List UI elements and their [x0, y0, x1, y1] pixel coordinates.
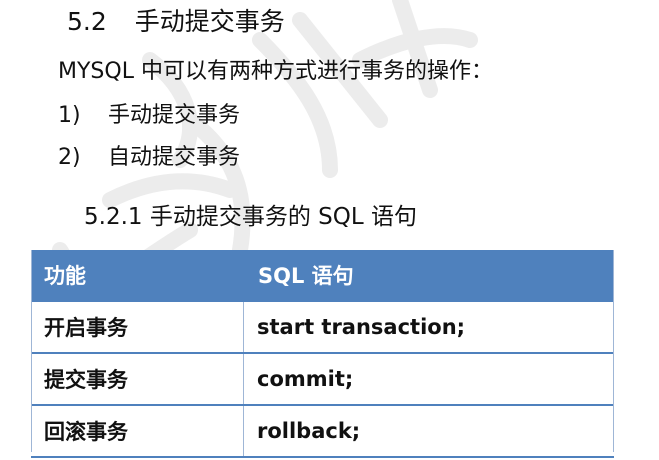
table-cell-sql: rollback; [257, 419, 361, 443]
section-number: 5.2 [67, 7, 107, 36]
table-row: 提交事务 commit; [31, 354, 614, 406]
subsection-heading: 5.2.1 手动提交事务的 SQL 语句 [84, 204, 417, 230]
list-item: 2) 自动提交事务 [58, 142, 240, 174]
table-cell-function: 开启事务 [31, 302, 244, 352]
table-cell-function: 提交事务 [31, 354, 244, 404]
intro-paragraph: MYSQL 中可以有两种方式进行事务的操作： [58, 59, 493, 84]
section-heading: 5.2 手动提交事务 [67, 4, 285, 40]
sql-statement-table: 功能 SQL 语句 开启事务 start transaction; 提交事务 c… [31, 250, 614, 458]
list-item: 1) 手动提交事务 [58, 100, 240, 132]
table-row: 开启事务 start transaction; [31, 300, 614, 354]
list-marker: 2) [58, 145, 81, 170]
table-header-row: 功能 SQL 语句 [31, 250, 614, 300]
section-title: 手动提交事务 [134, 7, 285, 36]
table-cell-sql: start transaction; [257, 315, 466, 339]
table-header-function: 功能 [44, 264, 86, 288]
table-row: 回滚事务 rollback; [31, 406, 614, 458]
table-header-sql: SQL 语句 [258, 264, 354, 288]
list-marker: 1) [58, 103, 81, 128]
list-text: 手动提交事务 [108, 103, 241, 128]
list-text: 自动提交事务 [108, 145, 241, 170]
table-cell-function: 回滚事务 [31, 406, 244, 456]
table-cell-sql: commit; [257, 367, 354, 391]
